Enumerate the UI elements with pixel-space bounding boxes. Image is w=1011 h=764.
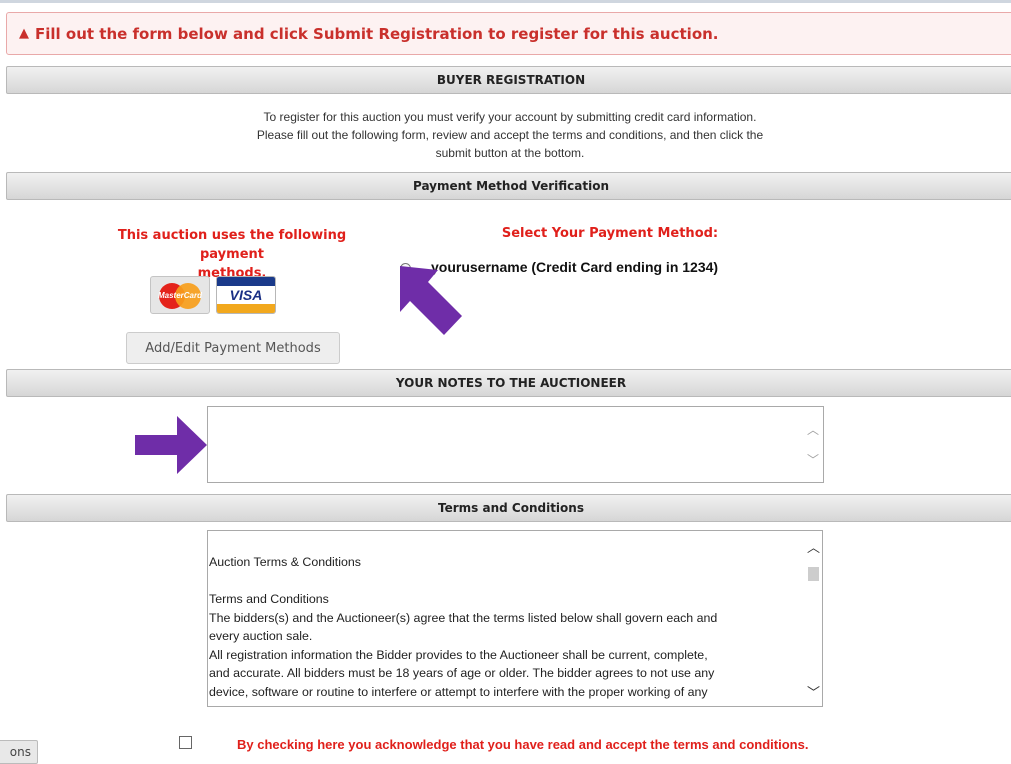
accept-terms-checkbox[interactable] [179,736,192,749]
section-header-terms: Terms and Conditions [6,494,1011,522]
select-payment-method-label: Select Your Payment Method: [501,226,719,241]
section-header-payment-verification: Payment Method Verification [6,172,1011,200]
terms-line: device, software or routine to interfere… [209,684,708,699]
alert-text: Fill out the form below and click Submit… [35,24,719,43]
add-edit-payment-methods-button[interactable]: Add/Edit Payment Methods [126,332,340,364]
terms-scrollbar[interactable]: ︿ ﹀ [805,531,822,706]
mastercard-logo: MasterCard [150,276,210,314]
warning-triangle-icon: ▲ [19,26,29,41]
accepted-methods-label: This auction uses the following payment … [92,226,372,283]
annotation-arrow-icon [400,266,462,335]
scroll-down-icon[interactable]: ﹀ [807,451,819,468]
payment-card-logos: MasterCard VISA [150,276,276,314]
alert-banner: ▲ Fill out the form below and click Subm… [6,12,1011,55]
terms-content: Auction Terms & Conditions Terms and Con… [208,553,799,701]
scroll-up-icon[interactable]: ︿ [807,537,820,556]
visa-logo-text: VISA [229,287,263,303]
terms-line: Auction Terms & Conditions [209,555,361,569]
scroll-down-icon[interactable]: ﹀ [807,682,820,701]
annotation-arrow-icon [135,416,207,474]
terms-line: Terms and Conditions [209,592,329,606]
intro-text: To register for this auction you must ve… [190,108,830,162]
terms-line: and accurate. All bidders must be 18 yea… [209,666,715,680]
section-header-notes: YOUR NOTES TO THE AUCTIONEER [6,369,1011,397]
payment-method-option-label[interactable]: yourusername (Credit Card ending in 1234… [431,259,718,275]
intro-line: To register for this auction you must ve… [263,110,757,124]
accepted-methods-line: This auction uses the following payment [117,228,347,262]
accept-terms-label[interactable]: By checking here you acknowledge that yo… [237,737,808,752]
terms-textarea[interactable]: Auction Terms & Conditions Terms and Con… [207,530,823,707]
mastercard-logo-text: MasterCard [157,290,202,300]
intro-line: Please fill out the following form, revi… [256,128,764,142]
top-border [0,0,1011,3]
terms-line [209,572,799,591]
visa-logo: VISA [216,276,276,314]
notes-textarea[interactable]: ︿ ﹀ [207,406,824,483]
partial-tab-button[interactable]: ons [0,740,38,764]
scrollbar-thumb[interactable] [808,567,819,581]
scroll-up-icon[interactable]: ︿ [807,421,819,438]
terms-line: every auction sale. [209,629,313,643]
section-header-buyer-registration: BUYER REGISTRATION [6,66,1011,94]
terms-line: The bidders(s) and the Auctioneer(s) agr… [209,610,718,625]
intro-line: submit button at the bottom. [435,146,585,160]
terms-line: All registration information the Bidder … [209,647,708,662]
